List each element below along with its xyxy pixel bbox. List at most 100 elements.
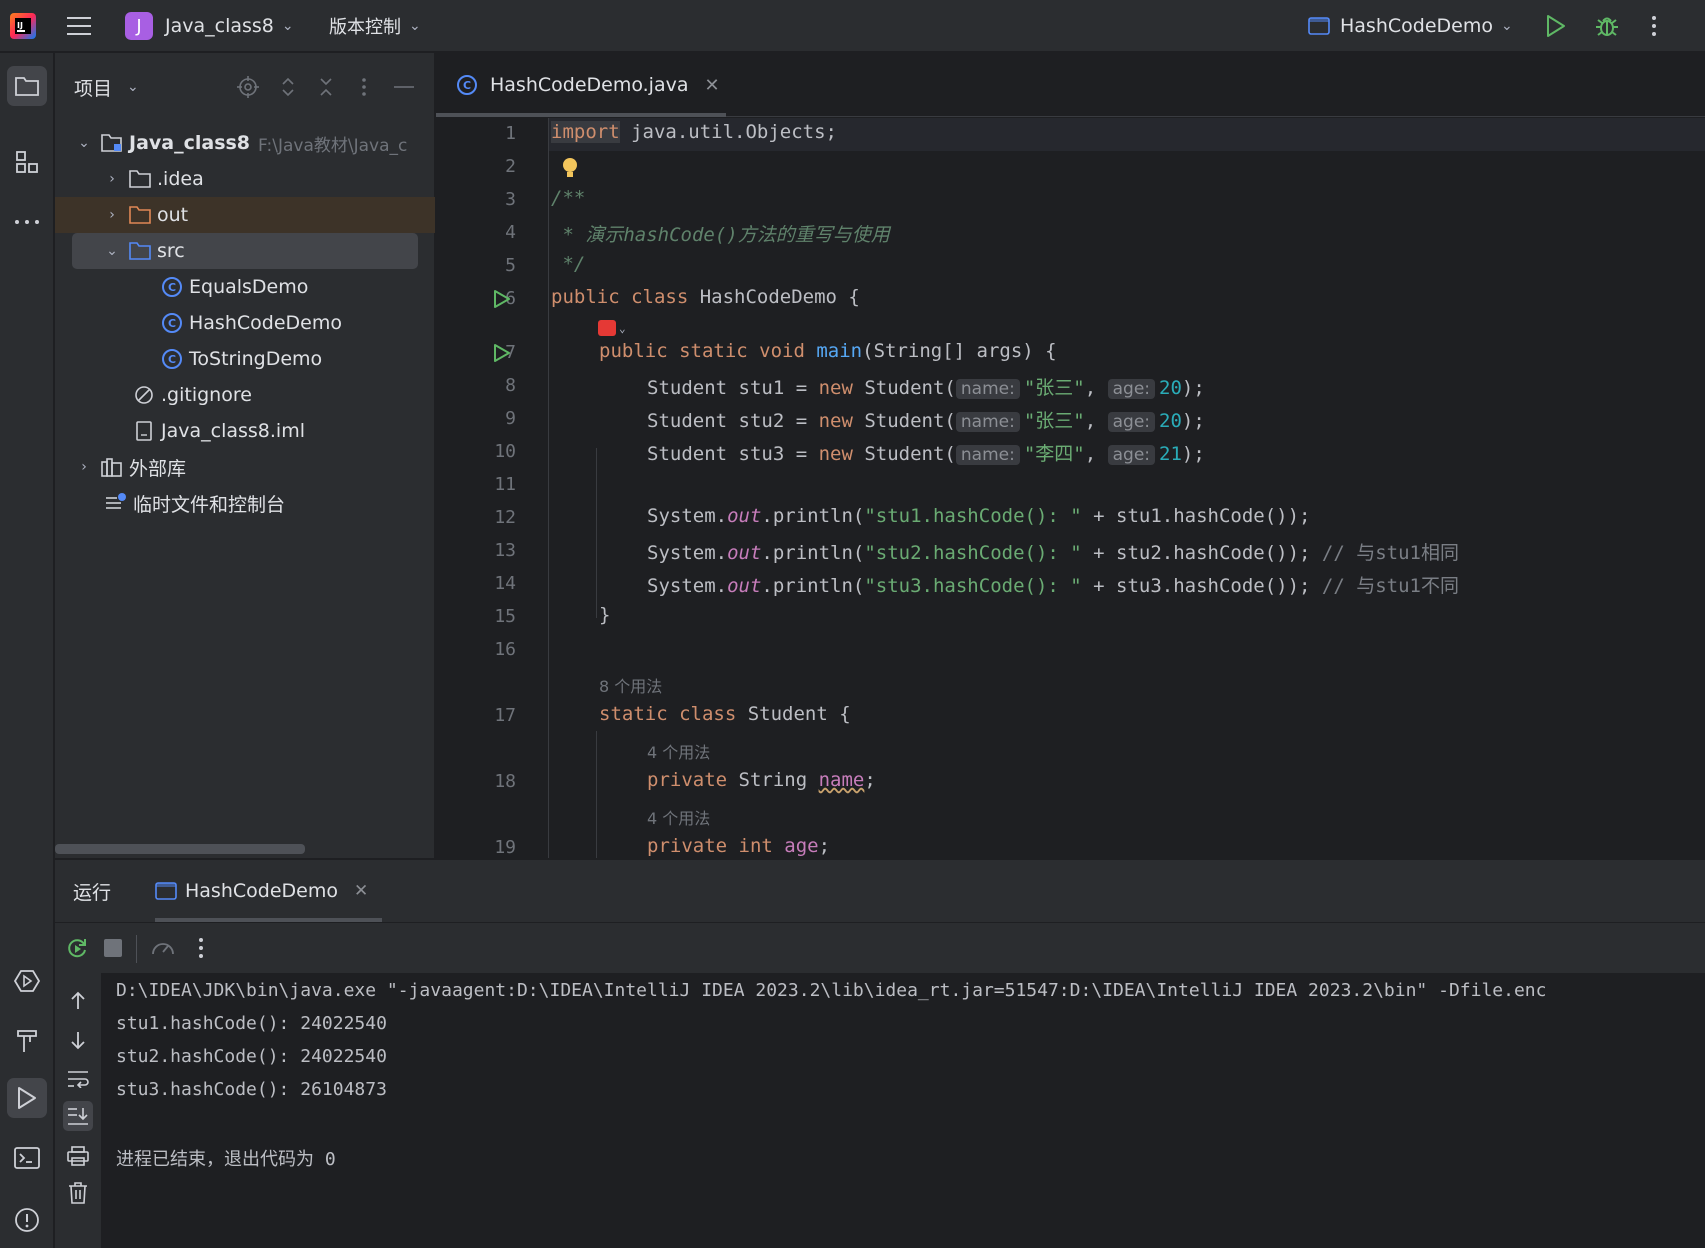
panel-options-icon[interactable] bbox=[361, 77, 367, 97]
scroll-to-end-icon[interactable] bbox=[63, 1101, 93, 1131]
code-line: 14 System.out.println("stu3.hashCode(): … bbox=[436, 568, 1705, 601]
main-menu-icon[interactable] bbox=[66, 0, 92, 52]
tree-item-src[interactable]: ⌄ src bbox=[72, 233, 418, 269]
line-number: 5 bbox=[505, 255, 516, 276]
chevron-right-icon: › bbox=[109, 207, 115, 223]
project-badge: J bbox=[125, 12, 153, 40]
line-number: 4 bbox=[505, 222, 516, 243]
usage-hint[interactable]: 8 个用法 bbox=[599, 673, 662, 697]
code-text: import java.util.Objects; bbox=[551, 121, 837, 143]
plugin-badge[interactable]: ⌄ bbox=[598, 318, 632, 338]
console-line: stu2.hashCode(): 24022540 bbox=[116, 1046, 387, 1067]
arrow-down-icon[interactable] bbox=[63, 1025, 93, 1055]
close-icon[interactable]: ✕ bbox=[704, 75, 719, 96]
console-output[interactable]: D:\IDEA\JDK\bin\java.exe "-javaagent:D:\… bbox=[101, 973, 1705, 1248]
tree-item-iml[interactable]: Java_class8.iml bbox=[55, 413, 435, 449]
tree-item-module[interactable]: ⌄ Java_class8 F:\Java教材\Java_c bbox=[55, 125, 435, 161]
debug-button[interactable] bbox=[1594, 0, 1620, 52]
class-icon: C bbox=[161, 313, 183, 333]
run-toolbar bbox=[55, 922, 1705, 972]
tree-item-idea[interactable]: › .idea bbox=[55, 161, 435, 197]
more-options-icon[interactable] bbox=[198, 937, 204, 959]
run-panel-title: 运行 bbox=[73, 881, 112, 904]
class-icon: C bbox=[161, 349, 183, 369]
expand-all-icon[interactable] bbox=[279, 76, 297, 98]
code-line: 6 public class HashCodeDemo { bbox=[436, 283, 1705, 316]
problems-tool-icon[interactable] bbox=[7, 1200, 47, 1240]
tree-item-gitignore[interactable]: .gitignore bbox=[55, 377, 435, 413]
project-tool-icon[interactable] bbox=[7, 66, 47, 106]
locate-icon[interactable] bbox=[237, 76, 259, 98]
tree-item-label: src bbox=[157, 240, 185, 262]
run-gutter-icon[interactable] bbox=[492, 343, 512, 363]
code-text: * 演示hashCode()方法的重写与使用 bbox=[551, 224, 890, 246]
run-panel: 运行 HashCodeDemo ✕ D:\IDEA\JDK\bin\java.e… bbox=[55, 859, 1705, 1248]
line-number: 11 bbox=[494, 474, 516, 495]
tree-item-scratches[interactable]: 临时文件和控制台 bbox=[55, 485, 435, 521]
console-line: stu3.hashCode(): 26104873 bbox=[116, 1079, 387, 1100]
tree-item-external-libraries[interactable]: › 外部库 bbox=[55, 449, 435, 485]
code-line: 11 bbox=[436, 469, 1705, 502]
profiler-icon[interactable] bbox=[150, 936, 176, 960]
stop-icon[interactable] bbox=[103, 938, 123, 958]
module-folder-icon bbox=[101, 133, 123, 153]
code-line: 3 /** bbox=[436, 184, 1705, 217]
tree-item-equalsdemo[interactable]: C EqualsDemo bbox=[55, 269, 435, 305]
tree-item-label: HashCodeDemo bbox=[189, 312, 342, 334]
line-number: 18 bbox=[494, 771, 516, 792]
arrow-up-icon[interactable] bbox=[63, 986, 93, 1016]
tree-item-label: 外部库 bbox=[129, 457, 187, 480]
run-tool-icon[interactable] bbox=[7, 1078, 47, 1118]
close-icon[interactable]: ✕ bbox=[354, 881, 368, 901]
chevron-down-icon[interactable]: ⌄ bbox=[127, 79, 139, 95]
usage-hint[interactable]: 4 个用法 bbox=[647, 805, 710, 829]
services-tool-icon[interactable] bbox=[7, 961, 47, 1001]
active-tab-indicator bbox=[436, 113, 726, 117]
line-number: 14 bbox=[494, 573, 516, 594]
collapse-all-icon[interactable] bbox=[317, 76, 335, 98]
terminal-tool-icon[interactable] bbox=[7, 1138, 47, 1178]
console-gutter bbox=[55, 973, 101, 1248]
run-gutter-icon[interactable] bbox=[492, 289, 512, 309]
trash-icon[interactable] bbox=[63, 1178, 93, 1208]
rerun-icon[interactable] bbox=[65, 936, 89, 960]
hide-panel-icon[interactable] bbox=[394, 85, 414, 89]
usage-hint[interactable]: 4 个用法 bbox=[647, 739, 710, 763]
library-icon bbox=[101, 457, 123, 477]
code-text: System.out.println("stu3.hashCode(): " +… bbox=[647, 575, 1459, 597]
run-config-selector[interactable]: HashCodeDemo ⌄ bbox=[1308, 0, 1513, 52]
intellij-logo-icon[interactable]: IJ bbox=[10, 0, 36, 52]
tree-item-label: EqualsDemo bbox=[189, 276, 309, 298]
line-number: 1 bbox=[505, 123, 516, 144]
chevron-down-icon: ⌄ bbox=[281, 18, 294, 34]
soft-wrap-icon[interactable] bbox=[63, 1064, 93, 1094]
usage-hint-line: 8 个用法 bbox=[436, 667, 1705, 700]
structure-tool-icon[interactable] bbox=[7, 142, 47, 182]
run-config-icon bbox=[1308, 17, 1330, 35]
more-options-icon[interactable] bbox=[1650, 0, 1658, 52]
run-button[interactable] bbox=[1545, 0, 1567, 52]
tab-hashcodedemo-java[interactable]: C HashCodeDemo.java ✕ bbox=[436, 53, 726, 117]
print-icon[interactable] bbox=[63, 1141, 93, 1171]
tab-run-hashcodedemo[interactable]: HashCodeDemo ✕ bbox=[155, 860, 382, 922]
build-tool-icon[interactable] bbox=[7, 1021, 47, 1061]
tree-item-hashcodedemo[interactable]: C HashCodeDemo bbox=[55, 305, 435, 341]
horizontal-scrollbar[interactable] bbox=[55, 844, 305, 854]
more-tools-icon[interactable] bbox=[7, 202, 47, 242]
code-line: 17 static class Student { bbox=[436, 700, 1705, 733]
run-config-label: HashCodeDemo bbox=[1340, 15, 1493, 37]
code-text: */ bbox=[551, 253, 586, 275]
vcs-menu[interactable]: 版本控制 ⌄ bbox=[329, 0, 421, 52]
project-switcher[interactable]: J Java_class8 ⌄ bbox=[125, 0, 294, 52]
code-text: System.out.println("stu2.hashCode(): " +… bbox=[647, 542, 1459, 564]
line-number: 17 bbox=[494, 705, 516, 726]
code-text: Student stu1 = new Student(name: "张三", ag… bbox=[647, 377, 1205, 399]
scratch-icon bbox=[105, 493, 127, 513]
tree-item-out[interactable]: › out bbox=[55, 197, 435, 233]
lightbulb-icon[interactable] bbox=[562, 157, 578, 179]
svg-text:IJ: IJ bbox=[17, 21, 23, 30]
code-editor[interactable]: 1 import java.util.Objects; 2 3 /** 4 * … bbox=[436, 118, 1705, 858]
tree-item-tostringdemo[interactable]: C ToStringDemo bbox=[55, 341, 435, 377]
excluded-folder-icon bbox=[129, 205, 151, 225]
project-panel-title[interactable]: 项目 bbox=[74, 74, 112, 101]
